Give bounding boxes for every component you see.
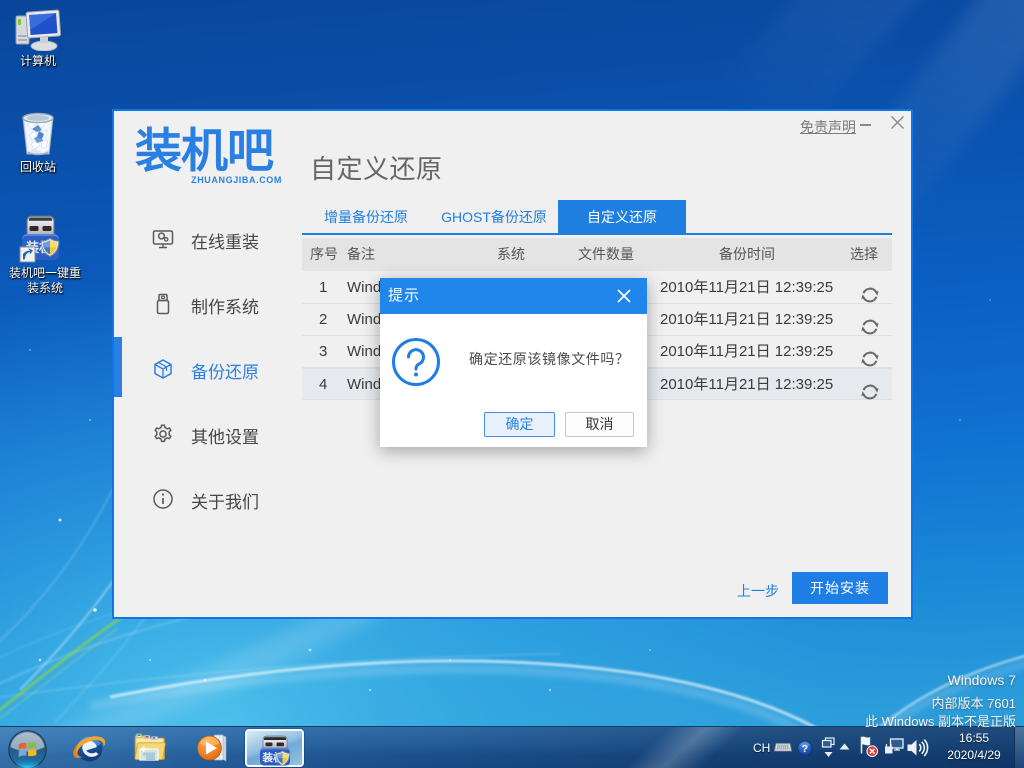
svg-text:?: ? [802, 743, 808, 755]
